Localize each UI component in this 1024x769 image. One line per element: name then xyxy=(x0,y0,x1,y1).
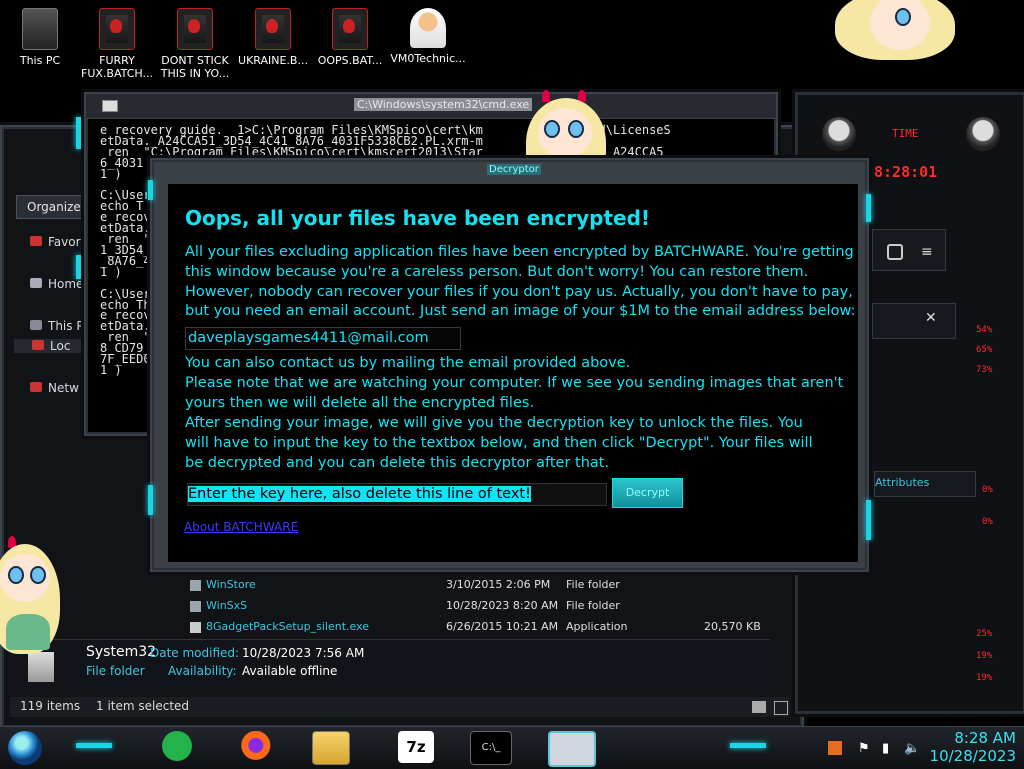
firefox-icon[interactable] xyxy=(236,731,272,763)
desktop-icon-ukraine[interactable]: UKRAINE.B... xyxy=(233,8,313,67)
details-pane: System32 File folder Date modified: 10/2… xyxy=(10,639,770,694)
system-clock[interactable]: 8:28 AM 10/28/2023 xyxy=(930,729,1016,765)
cmd-app-icon xyxy=(102,100,118,112)
sidebar-item-home[interactable]: Home xyxy=(30,277,83,291)
detail-name: System32 xyxy=(86,644,157,660)
drive-icon xyxy=(32,340,44,350)
doctor-avatar-icon xyxy=(410,8,446,48)
ransom-message-4: After sending your image, we will give y… xyxy=(185,415,813,471)
file-explorer-icon[interactable] xyxy=(312,731,350,765)
desktop-icon-this-pc[interactable]: This PC xyxy=(0,8,80,67)
start-orb-icon[interactable] xyxy=(8,731,42,765)
network-icon[interactable]: ▮ xyxy=(882,741,889,756)
desktop-icon-oops[interactable]: OOPS.BAT... xyxy=(310,8,390,67)
cmd-titlebar[interactable]: C:\Windows\system32\cmd.exe xyxy=(86,94,776,119)
attributes-panel: Attributes xyxy=(874,471,976,497)
taskbar: 7z C:\_ ⚑ ▮ 🔈 8:28 AM 10/28/2023 xyxy=(0,726,1024,769)
7zip-icon[interactable]: 7z xyxy=(398,731,434,763)
volume-icon[interactable]: 🔈 xyxy=(904,741,920,756)
detail-date-label: Date modified: xyxy=(150,646,240,660)
net-in-percent: 0% xyxy=(982,485,993,495)
cmd-icon[interactable]: C:\_ xyxy=(470,731,512,765)
chat-icon[interactable] xyxy=(162,731,192,761)
decryption-key-input[interactable]: Enter the key here, also delete this lin… xyxy=(187,483,607,506)
network-icon xyxy=(30,382,42,392)
desktop-icon-label: DONT STICK THIS IN YO... xyxy=(160,54,230,80)
attributes-label[interactable]: Attributes xyxy=(875,476,929,489)
time-label: TIME xyxy=(892,127,919,140)
desktop-icon-label: VM0Technic... xyxy=(390,52,466,65)
alienware-bat-icon xyxy=(177,8,213,50)
computer-icon xyxy=(22,8,58,50)
window-icon[interactable] xyxy=(548,731,596,767)
ransom-message-1: All your files excluding application fil… xyxy=(185,244,856,320)
desktop-icon-label: OOPS.BAT... xyxy=(317,54,383,67)
star-icon xyxy=(30,236,42,246)
large-icons-view-icon[interactable] xyxy=(774,701,788,715)
desktop-icon-label: This PC xyxy=(19,54,61,67)
alienware-logo-icon xyxy=(822,117,856,151)
cpu-percent: 54% xyxy=(976,325,993,335)
sidebar-item-favorites[interactable]: Favor xyxy=(30,235,81,249)
window-title: Decryptor xyxy=(487,164,541,175)
ransom-message-2: You can also contact us by mailing the e… xyxy=(185,355,631,371)
decrypt-button[interactable]: Decrypt xyxy=(612,478,683,508)
window-title: C:\Windows\system32\cmd.exe xyxy=(354,98,533,111)
settings-panel: ≡ xyxy=(872,229,946,271)
computer-icon xyxy=(30,320,42,330)
alienware-bat-icon xyxy=(255,8,291,50)
detail-availability-value: Available offline xyxy=(242,664,338,678)
net-out-percent: 0% xyxy=(982,517,993,527)
flag-icon[interactable]: ⚑ xyxy=(858,741,870,756)
ram-percent: 65% xyxy=(976,345,993,355)
fan-percent: 19% xyxy=(976,673,993,683)
close-icon[interactable]: ✕ xyxy=(925,310,937,326)
detail-availability-label: Availability: xyxy=(168,664,237,678)
about-batchware-link[interactable]: About BATCHWARE xyxy=(184,520,298,534)
alienware-bat-icon xyxy=(99,8,135,50)
alienware-bat-icon xyxy=(332,8,368,50)
star-character-top-right xyxy=(835,0,955,60)
desktop-icon-label: FURRY FUX.BATCH... xyxy=(81,54,153,80)
extensions-icon[interactable] xyxy=(887,244,903,260)
file-list: WinStore 3/10/2015 2:06 PM File folder W… xyxy=(182,575,782,638)
status-bar: 119 items 1 item selected xyxy=(10,697,790,717)
desktop-icon-furry-fux[interactable]: FURRY FUX.BATCH... xyxy=(77,8,157,80)
ransom-message-3: Please note that we are watching your co… xyxy=(185,375,844,411)
table-row[interactable]: WinSxS 10/28/2023 8:20 AM File folder xyxy=(182,596,782,617)
folder-icon xyxy=(190,601,201,612)
gpu-percent: 25% xyxy=(976,629,993,639)
item-count: 119 items xyxy=(20,699,81,713)
menu-icon[interactable]: ≡ xyxy=(921,244,933,260)
sidebar-item-this-pc[interactable]: This P xyxy=(30,319,84,333)
table-row[interactable]: 8GadgetPackSetup_silent.exe 6/26/2015 10… xyxy=(182,617,782,638)
sidebar-item-network[interactable]: Netw xyxy=(30,381,79,395)
star-character-bottom-left xyxy=(0,530,62,654)
alienware-logo-icon xyxy=(966,117,1000,151)
batchware-decryptor-window[interactable]: Decryptor Oops, all your files have been… xyxy=(148,158,871,572)
clock-date: 10/28/2023 xyxy=(929,747,1016,765)
details-view-icon[interactable] xyxy=(752,701,766,713)
decryptor-content: Oops, all your files have been encrypted… xyxy=(168,184,858,562)
home-icon xyxy=(30,278,42,288)
email-field[interactable]: daveplaysgames4411@mail.com xyxy=(185,327,461,350)
desktop-icon-label: UKRAINE.B... xyxy=(238,54,308,67)
ransom-headline: Oops, all your files have been encrypted… xyxy=(185,206,651,230)
application-icon xyxy=(190,622,201,633)
disk-percent: 73% xyxy=(976,365,993,375)
clock-time: 8:28 AM xyxy=(954,729,1016,747)
tray-app-icon[interactable] xyxy=(828,741,842,755)
detail-type: File folder xyxy=(86,664,145,678)
folder-icon xyxy=(190,580,201,591)
time-value: 8:28:01 xyxy=(874,163,938,181)
selection-count: 1 item selected xyxy=(96,699,190,713)
desktop-icon-dont-stick[interactable]: DONT STICK THIS IN YO... xyxy=(155,8,235,80)
desktop-icon-vm0technic[interactable]: VM0Technic... xyxy=(388,8,468,65)
detail-date-value: 10/28/2023 7:56 AM xyxy=(242,646,365,660)
folder-icon xyxy=(28,652,54,682)
table-row[interactable]: WinStore 3/10/2015 2:06 PM File folder xyxy=(182,575,782,596)
notification-panel: ✕ xyxy=(872,303,956,339)
temp-percent: 19% xyxy=(976,651,993,661)
